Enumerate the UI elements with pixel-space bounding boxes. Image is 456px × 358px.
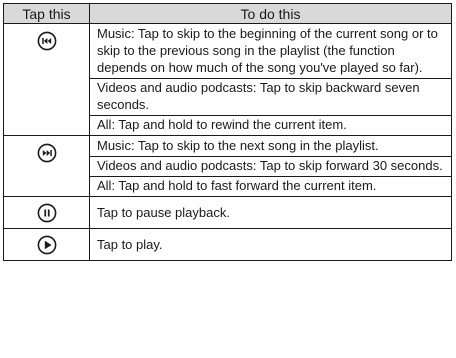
description-cell: Tap to play. — [89, 228, 452, 261]
table-row: Tap to play. — [3, 228, 452, 261]
header-tap-this: Tap this — [3, 3, 90, 24]
icon-cell — [3, 23, 90, 136]
description-text: Music: Tap to skip to the next song in t… — [97, 138, 379, 153]
description-text: Tap to play. — [97, 237, 163, 252]
description-text: Music: Tap to skip to the beginning of t… — [97, 26, 438, 75]
description-cell: Music: Tap to skip to the beginning of t… — [89, 23, 452, 136]
description-cell: Tap to pause playback. — [89, 196, 452, 229]
table-row: Music: Tap to skip to the next song in t… — [3, 135, 452, 197]
description-text: Videos and audio podcasts: Tap to skip f… — [90, 156, 451, 176]
icon-cell — [3, 196, 90, 229]
icon-cell — [3, 135, 90, 197]
description-text: Videos and audio podcasts: Tap to skip b… — [90, 78, 451, 115]
table-row: Tap to pause playback. — [3, 196, 452, 229]
description-text: All: Tap and hold to fast forward the cu… — [90, 176, 451, 196]
table-row: Music: Tap to skip to the beginning of t… — [3, 23, 452, 136]
icon-cell — [3, 228, 90, 261]
next-fast-forward-icon — [37, 143, 57, 163]
controls-table: Tap this To do this Music: Tap to skip t… — [3, 3, 452, 261]
table-header-row: Tap this To do this — [3, 3, 452, 24]
description-text: Tap to pause playback. — [97, 205, 230, 220]
header-to-do-this: To do this — [89, 3, 452, 24]
pause-icon — [37, 203, 57, 223]
play-icon — [37, 235, 57, 255]
previous-rewind-icon — [37, 31, 57, 51]
description-text: All: Tap and hold to rewind the current … — [90, 115, 451, 135]
description-cell: Music: Tap to skip to the next song in t… — [89, 135, 452, 197]
